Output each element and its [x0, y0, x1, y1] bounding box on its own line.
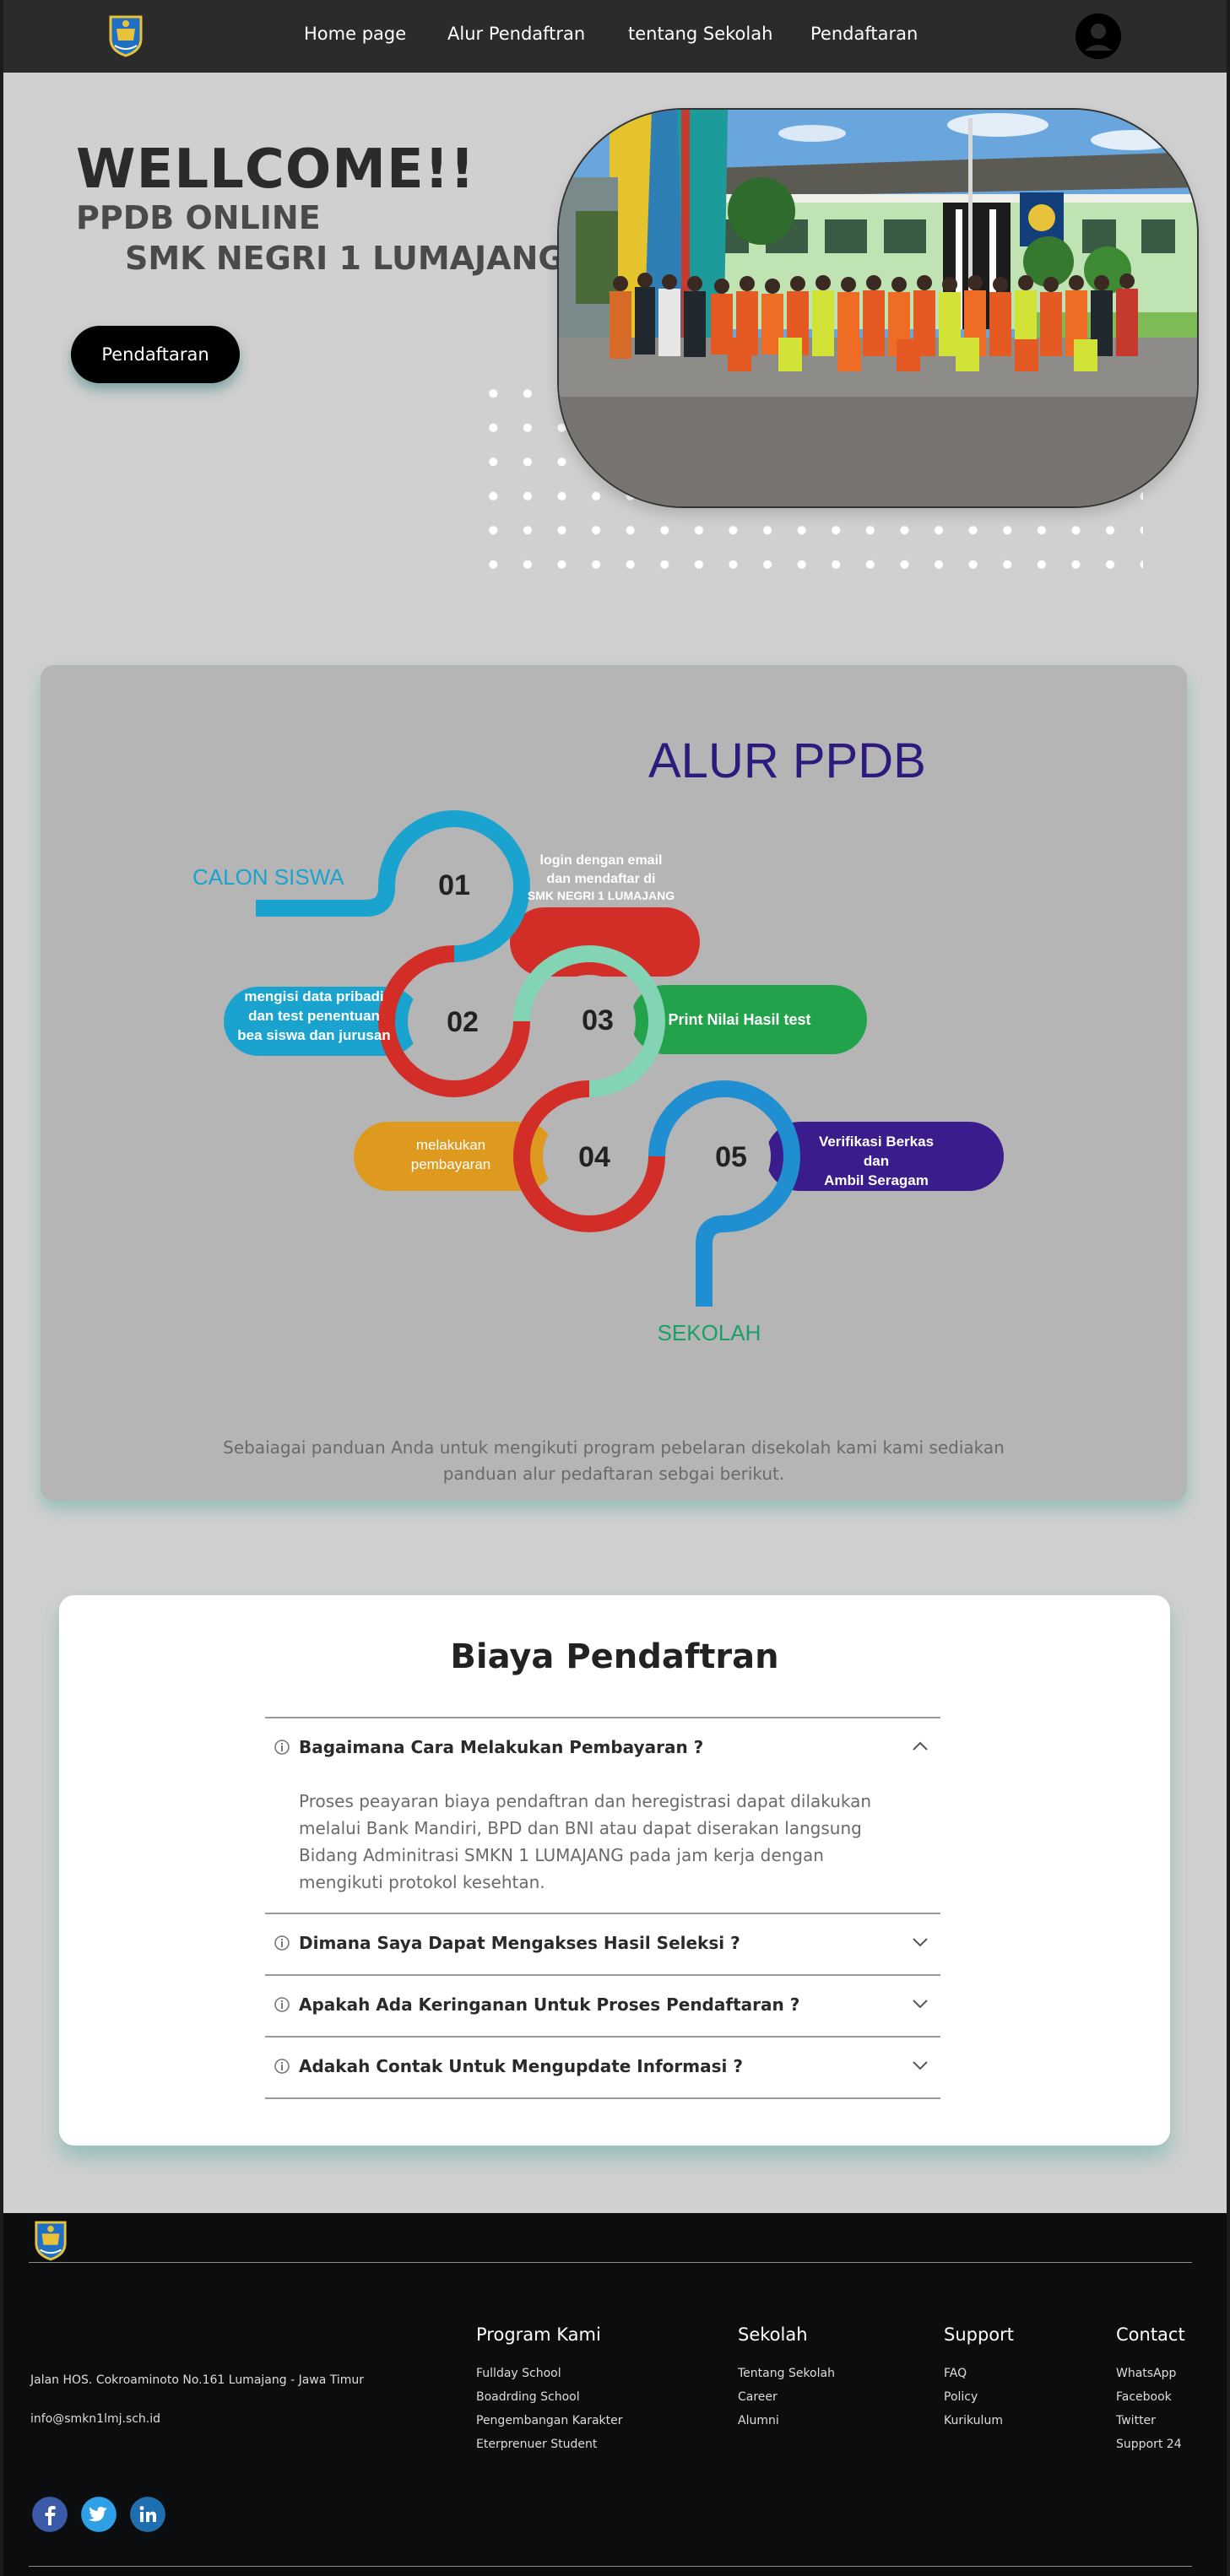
step-01: 01 login dengan email dan mendaftar di S… [378, 810, 700, 977]
step-01-number: 01 [438, 869, 470, 901]
step-05: 05 Verifikasi Berkas dan Ambil Seragam [648, 1080, 1004, 1232]
chevron-down-icon[interactable] [912, 2059, 929, 2071]
facebook-icon[interactable] [32, 2497, 68, 2532]
footer-link[interactable]: Policy [944, 2390, 1014, 2414]
footer-link[interactable]: FAQ [944, 2367, 1014, 2390]
nav-pendaftaran[interactable]: Pendaftaran [810, 24, 918, 44]
info-icon [274, 1935, 290, 1951]
alur-description: Sebaiagai panduan Anda untuk mengikuti p… [223, 1437, 1005, 1484]
info-icon [274, 1740, 290, 1755]
faq-question-3[interactable]: Apakah Ada Keringanan Untuk Proses Penda… [299, 1994, 799, 2015]
faq-question-2[interactable]: Dimana Saya Dapat Mengakses Hasil Seleks… [299, 1933, 740, 1953]
footer-divider-bottom [29, 2566, 1192, 2567]
hero-subtitle-ppdb: PPDB ONLINE [76, 199, 321, 236]
faq-item-3[interactable]: Apakah Ada Keringanan Untuk Proses Penda… [265, 1976, 940, 2038]
step-01-text-2: dan mendaftar di [547, 872, 656, 886]
faq-answer-1: Proses peayaran biaya pendaftran dan her… [299, 1791, 872, 1892]
footer-email[interactable]: info@smkn1lmj.sch.id [30, 2412, 160, 2426]
footer-col-contact: Contact WhatsApp Facebook Twitter Suppor… [1116, 2324, 1185, 2461]
biaya-pendaftaran-card: Biaya Pendaftran Bagaimana Cara Melakuka… [59, 1595, 1170, 2146]
step-02-text-2: dan test penentuan [248, 1008, 380, 1024]
footer-col-title: Sekolah [738, 2324, 808, 2345]
footer-col-title: Support [944, 2324, 1015, 2345]
chevron-up-icon[interactable] [912, 1740, 929, 1752]
step-01-text-1: login dengan email [540, 853, 663, 868]
top-navbar: Home page Alur Pendaftran tentang Sekola… [3, 0, 1227, 73]
nav-alur-pendaftaran[interactable]: Alur Pendaftran [447, 24, 585, 44]
footer-link[interactable]: Fullday School [476, 2367, 623, 2390]
step-04: 04 melakukan pembayaran [354, 1080, 665, 1232]
school-group-photo [557, 108, 1199, 508]
step-02-text-1: mengisi data pribadi [244, 988, 383, 1004]
step-02: 02 mengisi data pribadi dan test penentu… [224, 945, 530, 1097]
footer-link[interactable]: Twitter [1116, 2414, 1185, 2438]
step-02-number: 02 [447, 1006, 479, 1038]
footer-school-logo[interactable] [34, 2218, 68, 2262]
faq-item-1[interactable]: Bagaimana Cara Melakukan Pembayaran ? Pr… [265, 1718, 940, 1914]
footer-link[interactable]: Pengembangan Karakter [476, 2414, 623, 2438]
step-04-text-1: melakukan [416, 1137, 485, 1153]
chevron-down-icon[interactable] [912, 1936, 929, 1948]
alur-flow-diagram: CALON SISWA 01 login dengan email dan me… [192, 810, 1004, 1345]
alur-ppdb-section: ALUR PPDB CALON SISWA 01 login dengan em… [41, 665, 1187, 1501]
end-label: SEKOLAH [658, 1320, 761, 1345]
hero-subtitle-school: SMK NEGRI 1 LUMAJANG [125, 240, 565, 277]
faq-question-4[interactable]: Adakah Contak Untuk Mengupdate Informasi… [299, 2056, 743, 2076]
info-icon [274, 1997, 290, 2012]
footer-link[interactable]: Kurikulum [944, 2414, 1014, 2438]
footer-col-sekolah: Sekolah Tentang Sekolah Career Alumni [738, 2324, 835, 2438]
nav-home-page[interactable]: Home page [304, 24, 406, 44]
footer-link[interactable]: Career [738, 2390, 835, 2414]
footer-divider-top [29, 2262, 1192, 2263]
faq-item-4[interactable]: Adakah Contak Untuk Mengupdate Informasi… [265, 2038, 940, 2099]
footer-link[interactable]: Alumni [738, 2414, 835, 2438]
footer-link[interactable]: Eterprenuer Student [476, 2438, 623, 2461]
footer-link[interactable]: Boadrding School [476, 2390, 623, 2414]
footer: Jalan HOS. Cokroaminoto No.161 Lumajang … [3, 2213, 1227, 2576]
step-05-text-3: Ambil Seragam [824, 1172, 929, 1188]
hero-title: WELLCOME!! [76, 138, 476, 201]
footer-link[interactable]: Tentang Sekolah [738, 2367, 835, 2390]
page: Home page Alur Pendaftran tentang Sekola… [0, 0, 1230, 2576]
step-03-text-1: Print Nilai Hasil test [668, 1011, 810, 1028]
school-logo[interactable] [108, 14, 144, 57]
biaya-title: Biaya Pendaftran [450, 1637, 779, 1676]
step-03-number: 03 [582, 1004, 614, 1036]
info-icon [274, 2059, 290, 2074]
user-avatar-icon[interactable] [1076, 14, 1121, 59]
footer-col-title: Program Kami [476, 2324, 601, 2345]
step-05-text-1: Verifikasi Berkas [819, 1134, 934, 1150]
footer-col-program: Program Kami Fullday School Boadrding Sc… [476, 2324, 623, 2461]
footer-col-support: Support FAQ Policy Kurikulum [944, 2324, 1014, 2438]
footer-address: Jalan HOS. Cokroaminoto No.161 Lumajang … [30, 2373, 365, 2387]
chevron-down-icon[interactable] [912, 1998, 929, 2010]
step-04-number: 04 [578, 1141, 610, 1173]
step-01-text-3: SMK NEGRI 1 LUMAJANG [528, 889, 675, 902]
footer-col-title: Contact [1116, 2324, 1185, 2345]
step-04-text-2: pembayaran [411, 1156, 491, 1172]
step-02-text-3: bea siswa dan jurusan [237, 1027, 390, 1043]
hero-pendaftaran-button[interactable]: Pendaftaran [71, 326, 240, 383]
footer-link[interactable]: Support 24 [1116, 2438, 1185, 2461]
start-label: CALON SISWA [192, 864, 344, 890]
step-05-text-2: dan [864, 1153, 889, 1169]
faq-question-1[interactable]: Bagaimana Cara Melakukan Pembayaran ? [299, 1737, 703, 1757]
linkedin-icon[interactable] [130, 2497, 165, 2532]
twitter-icon[interactable] [81, 2497, 116, 2532]
footer-link[interactable]: Facebook [1116, 2390, 1185, 2414]
footer-link[interactable]: WhatsApp [1116, 2367, 1185, 2390]
step-05-number: 05 [715, 1141, 747, 1173]
faq-item-2[interactable]: Dimana Saya Dapat Mengakses Hasil Seleks… [265, 1914, 940, 1976]
nav-tentang-sekolah[interactable]: tentang Sekolah [628, 24, 772, 44]
